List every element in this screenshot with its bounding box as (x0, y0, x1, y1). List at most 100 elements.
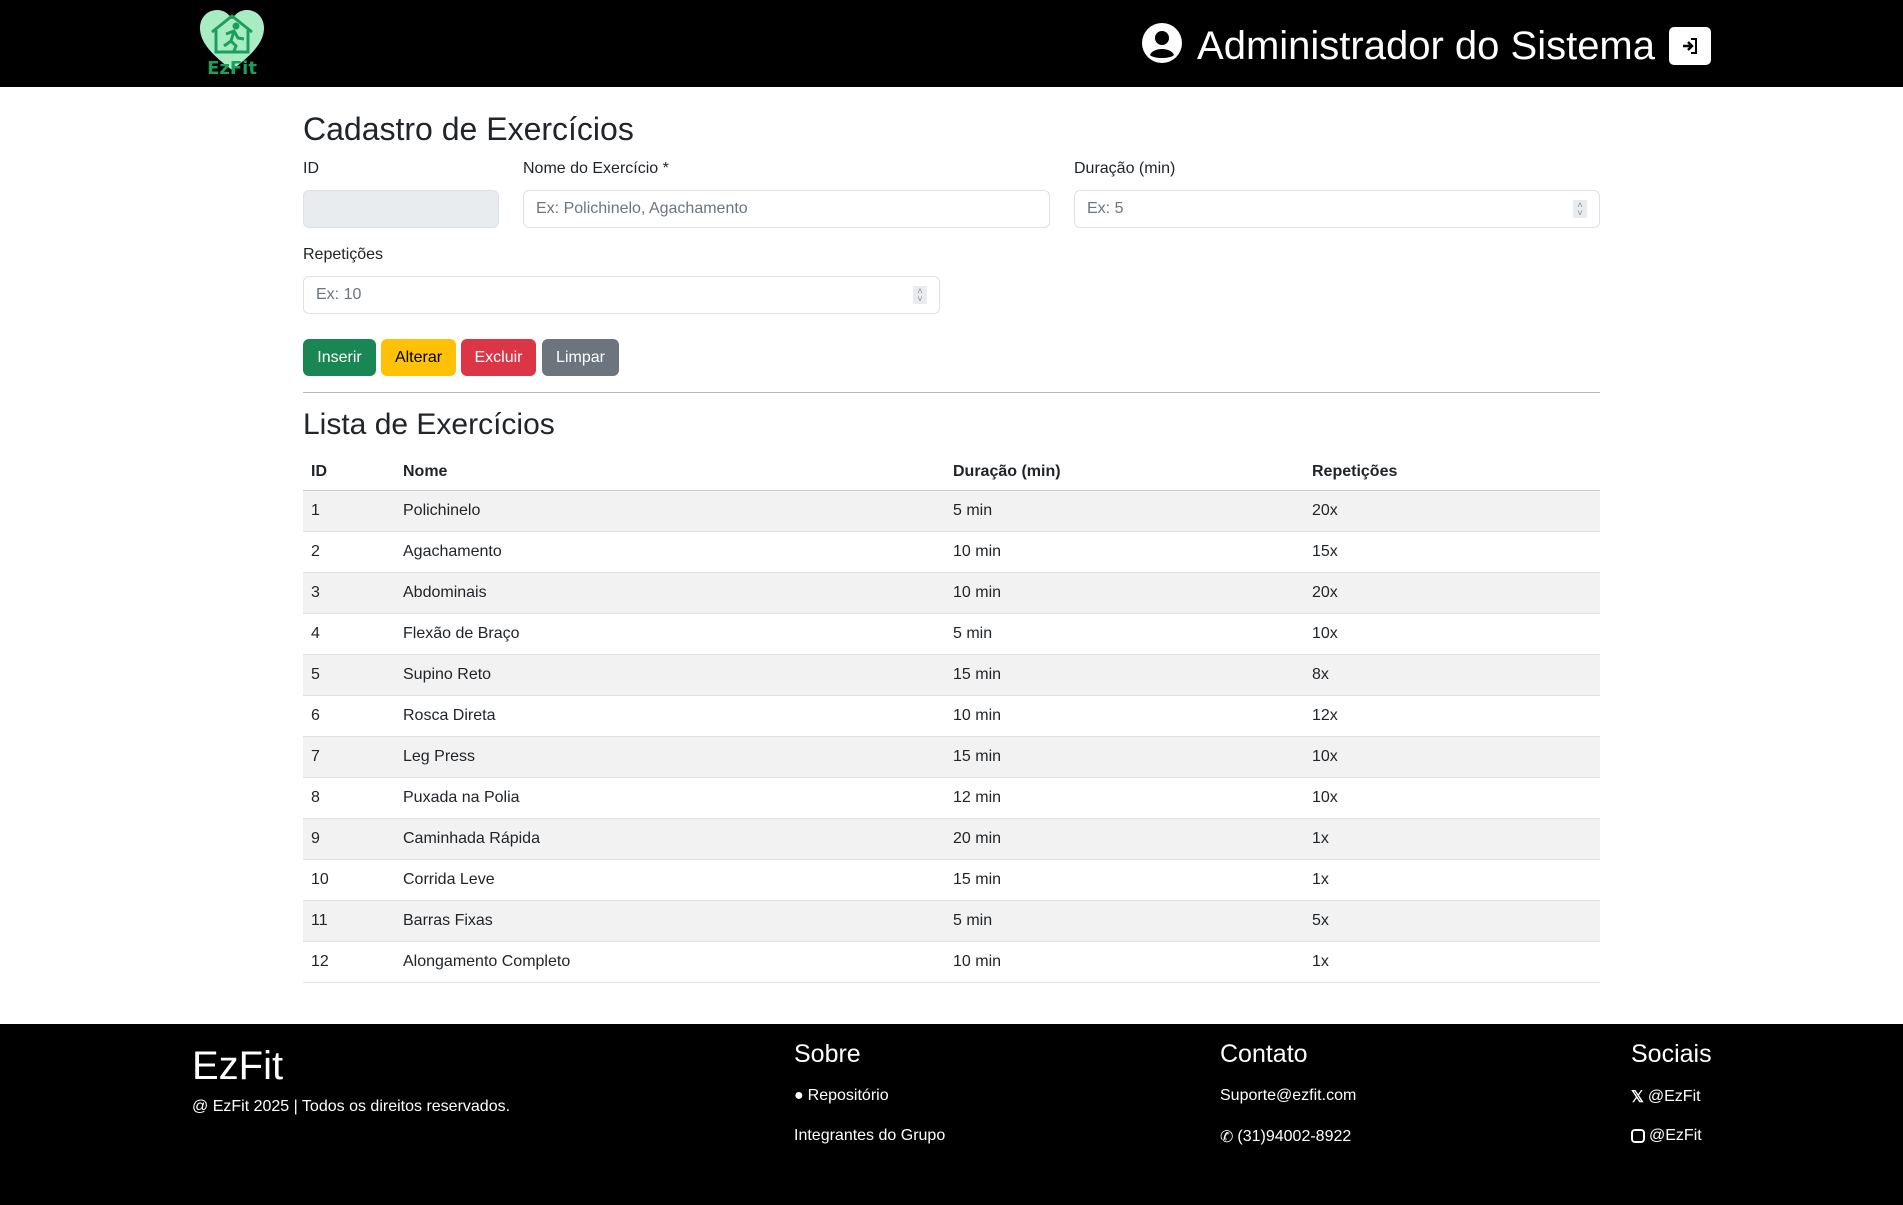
table-row: 8 Puxada na Polia 12 min 10x (303, 777, 1600, 819)
table-row: 5 Supino Reto 15 min 8x (303, 654, 1600, 696)
cell-nome: Supino Reto (395, 654, 945, 696)
cell-duracao: 5 min (945, 613, 1304, 655)
list-title: Lista de Exercícios (303, 408, 555, 441)
whatsapp-icon: ✆ (1220, 1129, 1234, 1146)
repeticoes-input[interactable]: Ex: 10 ˄ ˅ (303, 276, 940, 314)
cell-repeticoes: 10x (1304, 613, 1600, 655)
cell-repeticoes: 15x (1304, 531, 1600, 573)
integrantes-link[interactable]: Integrantes do Grupo (794, 1127, 945, 1145)
instagram-label: @EzFit (1649, 1127, 1702, 1144)
exercise-table: ID Nome Duração (min) Repetições 1 Polich… (303, 454, 1600, 983)
form-title: Cadastro de Exercícios (303, 111, 634, 147)
cell-id: 8 (303, 777, 395, 819)
cell-nome: Leg Press (395, 736, 945, 778)
table-row: 1 Polichinelo 5 min 20x (303, 490, 1600, 532)
cell-id: 5 (303, 654, 395, 696)
instagram-link[interactable]: @EzFit (1631, 1127, 1702, 1145)
ezfit-logo[interactable]: EzFit (198, 8, 266, 79)
table-row: 9 Caminhada Rápida 20 min 1x (303, 818, 1600, 860)
x-icon: 𝕏 (1631, 1089, 1644, 1106)
duracao-input[interactable]: Ex: 5 ˄ ˅ (1074, 190, 1600, 228)
cell-repeticoes: 1x (1304, 818, 1600, 860)
phone-label: (31)94002-8922 (1237, 1128, 1352, 1145)
cell-id: 2 (303, 531, 395, 573)
footer-brand: EzFit (192, 1044, 284, 1088)
cell-duracao: 5 min (945, 490, 1304, 532)
cell-nome: Caminhada Rápida (395, 818, 945, 860)
cell-nome: Flexão de Braço (395, 613, 945, 655)
cell-id: 7 (303, 736, 395, 778)
repositorio-label: Repositório (807, 1087, 889, 1104)
cell-duracao: 10 min (945, 695, 1304, 737)
col-repeticoes: Repetições (1304, 454, 1600, 491)
email-link[interactable]: Suporte@ezfit.com (1220, 1087, 1356, 1105)
excluir-button[interactable]: Excluir (461, 339, 536, 376)
whatsapp-link[interactable]: ✆ (31)94002-8922 (1220, 1127, 1351, 1147)
repeticoes-label: Repetições (303, 246, 384, 263)
cell-duracao: 12 min (945, 777, 1304, 819)
x-link[interactable]: 𝕏 @EzFit (1631, 1087, 1701, 1107)
duracao-spinner[interactable]: ˄ ˅ (1573, 200, 1587, 218)
cell-repeticoes: 1x (1304, 941, 1600, 983)
cell-id: 3 (303, 572, 395, 614)
divider (303, 392, 1600, 393)
footer-copyright: @ EzFit 2025 | Todos os direitos reserva… (192, 1098, 511, 1115)
cell-repeticoes: 20x (1304, 572, 1600, 614)
table-row: 12 Alongamento Completo 10 min 1x (303, 941, 1600, 983)
user-avatar-icon (1141, 22, 1183, 69)
cell-nome: Abdominais (395, 572, 945, 614)
github-icon: ● (794, 1087, 804, 1104)
cell-repeticoes: 10x (1304, 736, 1600, 778)
user-name: Administrador do Sistema (1197, 23, 1655, 68)
cell-id: 6 (303, 695, 395, 737)
sobre-title: Sobre (794, 1040, 861, 1068)
repositorio-link[interactable]: ● Repositório (794, 1087, 889, 1105)
inserir-button[interactable]: Inserir (303, 339, 376, 376)
table-row: 4 Flexão de Braço 5 min 10x (303, 613, 1600, 655)
id-input (303, 190, 499, 228)
cell-duracao: 10 min (945, 531, 1304, 573)
cell-repeticoes: 8x (1304, 654, 1600, 696)
instagram-icon (1631, 1129, 1645, 1143)
cell-duracao: 15 min (945, 654, 1304, 696)
nome-label: Nome do Exercício * (523, 160, 669, 177)
x-label: @EzFit (1647, 1088, 1701, 1105)
cell-nome: Polichinelo (395, 490, 945, 532)
table-row: 10 Corrida Leve 15 min 1x (303, 859, 1600, 901)
cell-id: 1 (303, 490, 395, 532)
col-id: ID (303, 454, 395, 491)
cell-nome: Rosca Direta (395, 695, 945, 737)
cell-duracao: 15 min (945, 736, 1304, 778)
cell-id: 12 (303, 941, 395, 983)
cell-id: 9 (303, 818, 395, 860)
cell-nome: Corrida Leve (395, 859, 945, 901)
cell-repeticoes: 10x (1304, 777, 1600, 819)
limpar-button[interactable]: Limpar (542, 339, 619, 376)
duracao-label: Duração (min) (1074, 160, 1176, 177)
cell-nome: Puxada na Polia (395, 777, 945, 819)
cell-duracao: 5 min (945, 900, 1304, 942)
cell-id: 10 (303, 859, 395, 901)
cell-duracao: 15 min (945, 859, 1304, 901)
header: EzFit Administrador do Sistema (0, 0, 1903, 87)
logout-button[interactable] (1669, 26, 1711, 65)
cell-id: 4 (303, 613, 395, 655)
cell-repeticoes: 5x (1304, 900, 1600, 942)
alterar-button[interactable]: Alterar (381, 339, 456, 376)
contato-title: Contato (1220, 1040, 1308, 1068)
nome-placeholder: Ex: Polichinelo, Agachamento (536, 200, 748, 217)
cell-duracao: 20 min (945, 818, 1304, 860)
duracao-placeholder: Ex: 5 (1087, 200, 1124, 217)
nome-input[interactable]: Ex: Polichinelo, Agachamento (523, 190, 1050, 228)
sociais-title: Sociais (1631, 1040, 1712, 1068)
table-row: 3 Abdominais 10 min 20x (303, 572, 1600, 614)
repeticoes-spinner[interactable]: ˄ ˅ (913, 286, 927, 304)
col-nome: Nome (395, 454, 945, 491)
repeticoes-placeholder: Ex: 10 (316, 286, 362, 303)
table-row: 7 Leg Press 15 min 10x (303, 736, 1600, 778)
cell-nome: Barras Fixas (395, 900, 945, 942)
cell-id: 11 (303, 900, 395, 942)
footer: EzFit @ EzFit 2025 | Todos os direitos r… (0, 1024, 1903, 1205)
col-duracao: Duração (min) (945, 454, 1304, 491)
cell-nome: Alongamento Completo (395, 941, 945, 983)
